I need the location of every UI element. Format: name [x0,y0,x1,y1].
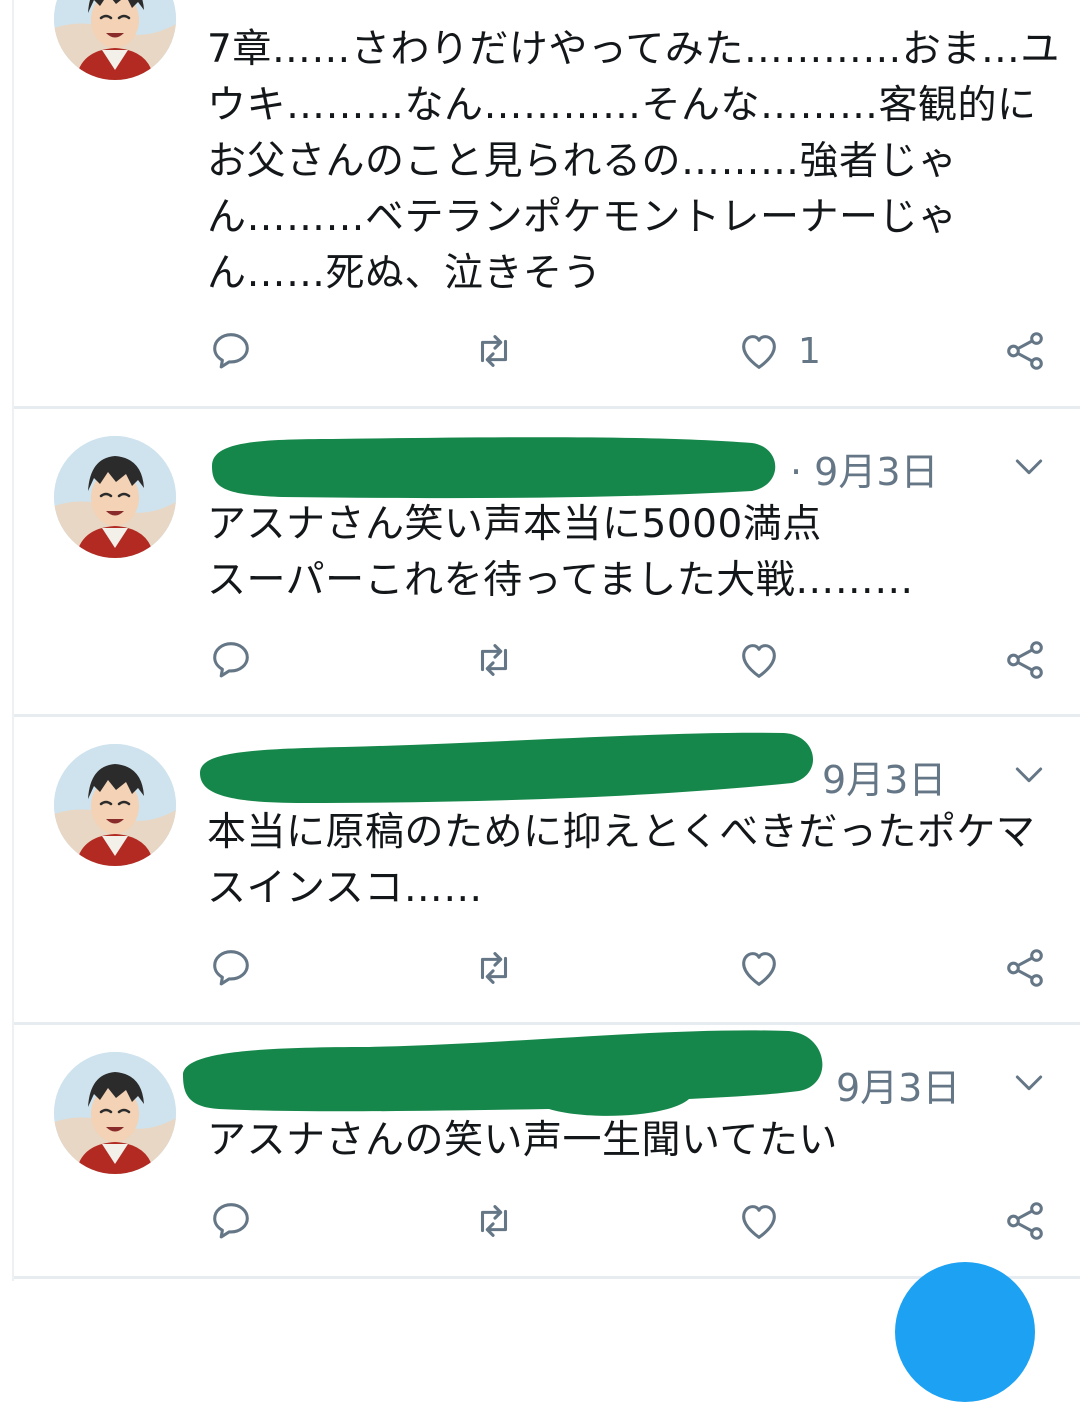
tweet-timestamp[interactable]: 9月3日 [822,749,946,804]
retweet-button[interactable] [471,630,517,690]
reply-icon [208,1198,254,1244]
chevron-down-icon[interactable] [1009,1062,1049,1102]
share-button[interactable] [1002,630,1048,690]
tweet-timestamp[interactable]: 9月3日 [836,1057,960,1112]
retweet-button[interactable] [471,1191,517,1251]
reply-button[interactable] [208,321,254,381]
retweet-icon [471,328,517,374]
reply-icon [208,328,254,374]
like-button[interactable] [736,1191,798,1251]
share-icon [1002,637,1048,683]
chevron-down-icon[interactable] [1009,446,1049,486]
like-button[interactable]: 1 [736,321,821,381]
like-button[interactable] [736,630,798,690]
share-icon [1002,328,1048,374]
tweet-text: アスナさんの笑い声一生聞いてたい [207,1118,838,1163]
chevron-down-icon[interactable] [1009,754,1049,794]
tweet-actions [14,630,1080,690]
retweet-icon [471,1198,517,1244]
heart-icon [736,1198,782,1244]
redaction-mark [212,437,776,499]
share-button[interactable] [1002,321,1048,381]
tweet-text: アスナさん笑い声本当に5000満点 スーパーこれを待ってました大戦……… [207,502,914,603]
avatar[interactable] [54,436,176,558]
tweet-actions [14,938,1080,998]
retweet-button[interactable] [471,938,517,998]
like-button[interactable] [736,938,798,998]
reply-icon [208,945,254,991]
tweet-actions [14,1191,1080,1251]
retweet-icon [471,945,517,991]
reply-button[interactable] [208,630,254,690]
redaction-mark [183,1030,823,1116]
avatar[interactable] [54,0,176,80]
heart-icon [736,945,782,991]
like-count: 1 [798,330,821,372]
tweet-4[interactable]: 9月3日 アスナさんの笑い声一生聞いてたい [14,1025,1080,1281]
reply-button[interactable] [208,1191,254,1251]
tweet-text: 本当に原稿のために抑えとくべきだったポケマスインスコ…… [207,810,1036,911]
retweet-button[interactable] [471,321,517,381]
share-icon [1002,945,1048,991]
share-icon [1002,1198,1048,1244]
retweet-icon [471,637,517,683]
tweet-actions: 1 [14,321,1080,381]
heart-icon [736,637,782,683]
tweet-2[interactable]: · 9月3日 アスナさん笑い声本当に5000満点 スーパーこれを待ってました大戦… [14,409,1080,715]
redaction-mark [200,732,814,803]
reply-icon [208,637,254,683]
tweet-text: 7章……さわりだけやってみた…………おま…ユウキ………なん…………そんな………客… [207,27,1060,296]
tweet-1[interactable]: 7章……さわりだけやってみた…………おま…ユウキ………なん…………そんな………客… [14,0,1080,408]
heart-icon [736,328,782,374]
avatar[interactable] [54,744,176,866]
share-button[interactable] [1002,1191,1048,1251]
tweet-3[interactable]: 9月3日 本当に原稿のために抑えとくべきだったポケマスインスコ…… [14,717,1080,1023]
share-button[interactable] [1002,938,1048,998]
reply-button[interactable] [208,938,254,998]
compose-fab[interactable] [895,1262,1035,1402]
tweet-timestamp[interactable]: · 9月3日 [790,441,939,496]
avatar[interactable] [54,1052,176,1174]
